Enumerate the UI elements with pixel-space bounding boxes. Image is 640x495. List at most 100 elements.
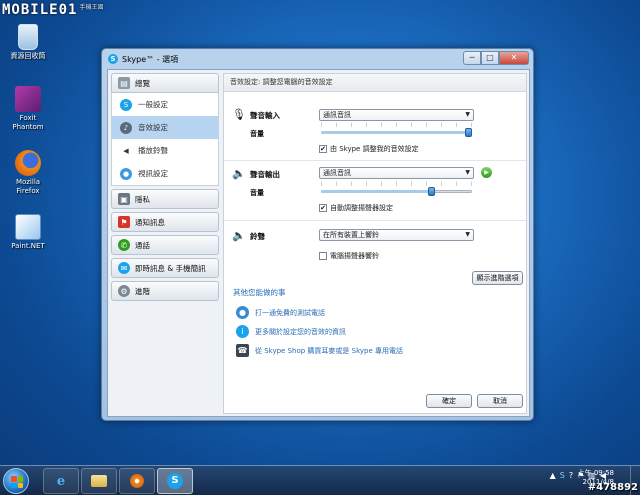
headset-icon: ☎ — [236, 344, 249, 357]
window-controls: ─ □ ✕ — [463, 51, 529, 65]
ringing-device-select[interactable]: 在所有裝置上響鈴 ▼ — [319, 229, 474, 241]
link-label[interactable]: 更多關於設定您的音效的資訊 — [255, 327, 346, 337]
free-test-call-link[interactable]: ● 打一通免費的測試電話 — [236, 306, 325, 319]
tray-chevron-icon[interactable]: ▲ — [550, 471, 556, 480]
cancel-button[interactable]: 取消 — [477, 394, 523, 408]
ringing-device-value: 在所有裝置上響鈴 — [323, 231, 379, 239]
firefox-icon — [15, 150, 41, 176]
info-icon: i — [236, 325, 249, 338]
link-label[interactable]: 從 Skype Shop 購買耳麥或是 Skype 專用電話 — [255, 346, 403, 356]
mobile01-watermark: MOBILE01 手機王國 — [2, 2, 104, 18]
slider-fill — [321, 190, 430, 193]
sidebar-category-privacy[interactable]: ▣ 隱私 — [111, 189, 219, 209]
speaker-device-select[interactable]: 通訊音訊 ▼ — [319, 167, 474, 179]
options-client: ▤ 總覽 S 一般設定 ♪ 音效設定 ◀ 播放鈴聲 ● 視訊設定 ▣ 隱私 ⚑ … — [107, 69, 530, 417]
flag-icon: ⚑ — [118, 216, 130, 228]
chat-icon: ✉ — [118, 262, 130, 274]
taskbar-explorer-button[interactable] — [81, 468, 117, 494]
sidebar-item-audio-settings[interactable]: ♪ 音效設定 — [111, 116, 219, 139]
photo-id-watermark: #478892 — [587, 482, 638, 493]
tray-skype-icon[interactable]: S — [560, 471, 565, 480]
play-test-sound-button[interactable]: ▶ — [481, 167, 492, 178]
microphone-device-select[interactable]: 通訊音訊 ▼ — [319, 109, 474, 121]
clock-time: 上午 09:58 — [577, 469, 614, 477]
microphone-label: 聲音輸入 — [250, 111, 280, 120]
sidebar-item-label: 視訊設定 — [138, 169, 168, 178]
minimize-button[interactable]: ─ — [463, 51, 481, 65]
microphone-volume-slider[interactable]: | | | | | | | | | | | — [319, 122, 474, 138]
sidebar-general-subitems: S 一般設定 ♪ 音效設定 ◀ 播放鈴聲 ● 視訊設定 — [111, 93, 219, 186]
slider-handle[interactable] — [465, 128, 472, 137]
pc-speaker-ring-checkbox[interactable]: 電腦揚聲器響鈴 — [319, 251, 379, 261]
checkbox-box[interactable]: ✔ — [319, 145, 327, 153]
desktop-icon-label: 資源回收筒 — [10, 52, 46, 60]
close-button[interactable]: ✕ — [499, 51, 529, 65]
ok-button[interactable]: 確定 — [426, 394, 472, 408]
checkbox-label: 由 Skype 調整我的音效設定 — [330, 145, 419, 153]
desktop-icon-label: Paint.NET — [11, 242, 45, 250]
taskbar-skype-button[interactable]: S — [157, 468, 193, 494]
desktop-icon-firefox[interactable]: Mozilla Firefox — [6, 150, 50, 196]
paintnet-icon — [15, 214, 41, 240]
speaker-icon: 🔈 — [232, 167, 246, 180]
audio-help-link[interactable]: i 更多關於設定您的音效的資訊 — [236, 325, 346, 338]
taskbar-ie-button[interactable]: e — [43, 468, 79, 494]
sidebar-category-im-sms[interactable]: ✉ 即時訊息 & 手機簡訊 — [111, 258, 219, 278]
phone-icon: ✆ — [118, 239, 130, 251]
sidebar-category-advanced[interactable]: ⚙ 進階 — [111, 281, 219, 301]
checkbox-box[interactable]: ✔ — [319, 204, 327, 212]
lock-icon: ▣ — [118, 193, 130, 205]
ringing-speaker-icon: 🔈 — [232, 229, 246, 242]
skype-shop-link[interactable]: ☎ 從 Skype Shop 購買耳麥或是 Skype 專用電話 — [236, 344, 403, 357]
sidebar-category-label: 通知訊息 — [135, 217, 165, 227]
checkbox-box[interactable] — [319, 252, 327, 260]
checkbox-label: 電腦揚聲器響鈴 — [330, 252, 379, 260]
sidebar-category-label: 通話 — [135, 240, 150, 250]
internet-explorer-icon: e — [56, 473, 66, 489]
start-button[interactable] — [3, 468, 29, 494]
slider-handle[interactable] — [427, 187, 435, 196]
speaker-section: 🔈 聲音輸出 通訊音訊 ▼ ▶ 音量 | | | | | | | | | | | ✔ 自動調整揚聲器… — [224, 161, 526, 221]
maximize-button[interactable]: □ — [481, 51, 499, 65]
sidebar-item-video-settings[interactable]: ● 視訊設定 — [111, 162, 219, 185]
media-player-icon — [130, 474, 144, 488]
sidebar-category-label: 總覽 — [135, 78, 150, 88]
skype-icon: S — [108, 54, 118, 64]
window-title: Skype™ - 選項 — [122, 54, 179, 64]
link-label[interactable]: 打一通免費的測試電話 — [255, 308, 325, 318]
desktop-icon-recycle-bin[interactable]: 資源回收筒 — [6, 24, 50, 61]
sidebar-item-general-settings[interactable]: S 一般設定 — [111, 93, 219, 116]
tray-help-icon[interactable]: ? — [569, 471, 573, 480]
gear-icon: ⚙ — [118, 285, 130, 297]
speaker-label: 聲音輸出 — [250, 170, 280, 179]
sidebar-item-sounds[interactable]: ◀ 播放鈴聲 — [111, 139, 219, 162]
sidebar-item-label: 一般設定 — [138, 100, 168, 109]
microphone-icon: 🎙 — [232, 108, 246, 121]
sidebar-item-label: 音效設定 — [138, 123, 168, 132]
desktop-icon-paintnet[interactable]: Paint.NET — [6, 214, 50, 251]
chevron-down-icon: ▼ — [465, 231, 470, 238]
desktop-icon-foxit[interactable]: Foxit Phantom — [6, 86, 50, 132]
sidebar-category-notifications[interactable]: ⚑ 通知訊息 — [111, 212, 219, 232]
audio-settings-panel: 音效設定: 調整您電腦的音效設定 🎙 聲音輸入 通訊音訊 ▼ 音量 | | | | | |… — [223, 73, 527, 414]
desktop-icon-label: Foxit — [19, 114, 37, 122]
sidebar-category-general[interactable]: ▤ 總覽 — [111, 73, 219, 93]
show-advanced-options-button[interactable]: 顯示進階選項 — [472, 271, 523, 285]
options-sidebar: ▤ 總覽 S 一般設定 ♪ 音效設定 ◀ 播放鈴聲 ● 視訊設定 ▣ 隱私 ⚑ … — [111, 73, 219, 304]
sidebar-category-label: 進階 — [135, 286, 150, 296]
taskbar-media-player-button[interactable] — [119, 468, 155, 494]
windows-logo-icon — [11, 476, 23, 488]
sidebar-category-label: 隱私 — [135, 194, 150, 204]
speaker-volume-slider[interactable]: | | | | | | | | | | | — [319, 181, 474, 197]
contact-icon: ● — [236, 306, 249, 319]
skype-icon: S — [120, 98, 132, 111]
sidebar-category-calls[interactable]: ✆ 通話 — [111, 235, 219, 255]
folder-icon — [91, 475, 107, 487]
webcam-icon: ● — [120, 167, 132, 180]
desktop-icon-label: Firefox — [16, 187, 40, 195]
mic-auto-adjust-checkbox[interactable]: ✔ 由 Skype 調整我的音效設定 — [319, 144, 419, 154]
speaker-auto-adjust-checkbox[interactable]: ✔ 自動調整揚聲器設定 — [319, 203, 393, 213]
sidebar-category-label: 即時訊息 & 手機簡訊 — [135, 263, 206, 273]
desktop-icon-label: Phantom — [12, 123, 44, 131]
skype-options-window: S Skype™ - 選項 ─ □ ✕ ▤ 總覽 S 一般設定 ♪ 音效設定 ◀… — [101, 48, 534, 421]
